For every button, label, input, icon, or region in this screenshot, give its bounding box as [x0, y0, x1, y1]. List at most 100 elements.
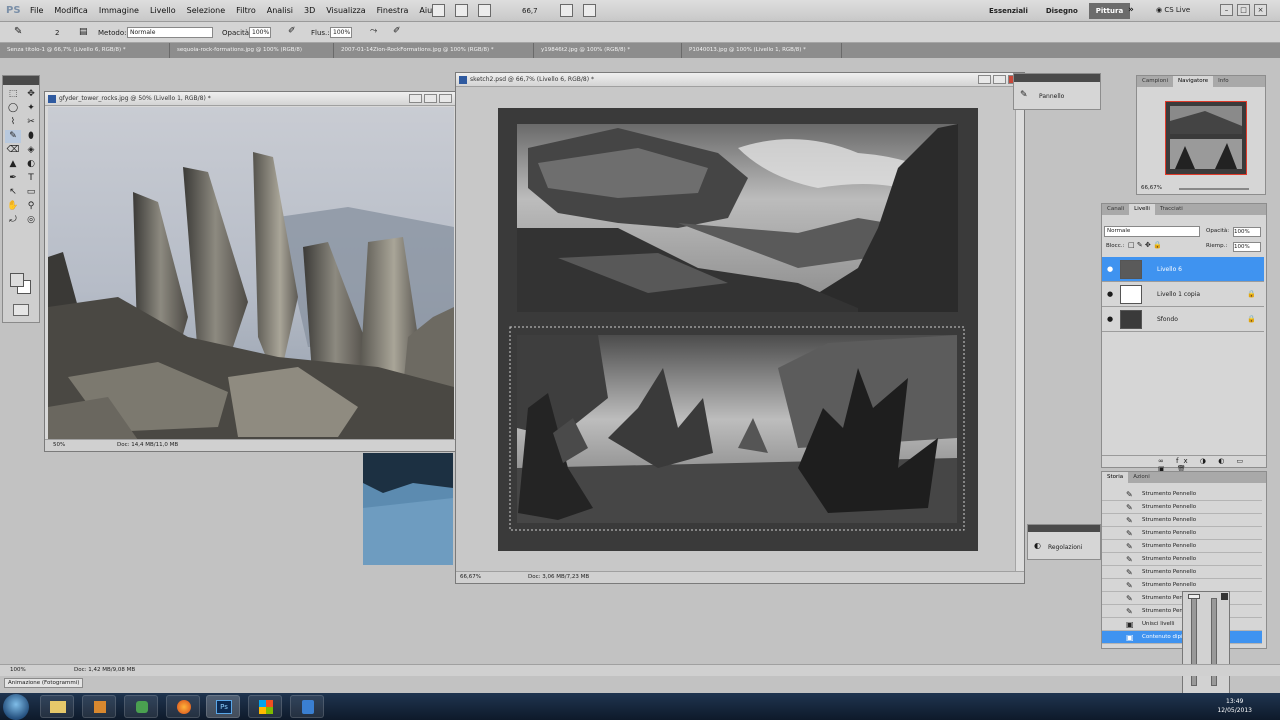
bottom-doc-size[interactable]: Doc: 1,42 MB/9,08 MB — [74, 665, 135, 676]
regolazioni-header[interactable] — [1028, 525, 1100, 532]
taskbar-firefox-icon[interactable] — [166, 695, 200, 718]
menu-modifica[interactable]: Modifica — [54, 6, 87, 15]
airbrush-icon[interactable]: ⤳ — [370, 26, 377, 36]
taskbar-photoshop-icon[interactable]: Ps — [206, 695, 240, 718]
tab-azioni[interactable]: Azioni — [1128, 472, 1155, 483]
history-item[interactable]: ✎ Strumento Pennello — [1102, 566, 1262, 579]
menu-finestra[interactable]: Finestra — [377, 6, 409, 15]
menu-immagine[interactable]: Immagine — [99, 6, 139, 15]
taskbar-media-icon[interactable] — [82, 695, 116, 718]
bottom-zoom[interactable]: 100% — [10, 665, 26, 676]
brush-panel-icon[interactable]: ✎ — [1020, 90, 1028, 100]
minimize-button[interactable]: – — [1220, 4, 1233, 16]
reference-zoom[interactable]: 50% — [53, 440, 65, 451]
tab-tracciati[interactable]: Tracciati — [1155, 204, 1188, 215]
workspace-pittura[interactable]: Pittura — [1088, 3, 1131, 19]
brush-tool-icon[interactable]: ✎ — [5, 130, 21, 143]
history-item[interactable]: ✎ Strumento Pennello — [1102, 540, 1262, 553]
tab-document-3[interactable]: 2007-01-14Zion-RockFormations.jpg @ 100%… — [334, 43, 534, 58]
brush-size[interactable]: 2 — [55, 29, 59, 37]
animation-panel-tab[interactable]: Animazione (Fotogrammi) — [4, 678, 84, 688]
taskbar-explorer-icon[interactable] — [40, 695, 74, 718]
tab-navigatore[interactable]: Navigatore — [1172, 76, 1214, 87]
eraser-tool-icon[interactable]: ⌫ — [5, 144, 21, 157]
close-popup-icon[interactable] — [1221, 593, 1228, 600]
menu-file[interactable]: File — [30, 6, 43, 15]
navigator-zoom-slider[interactable] — [1179, 188, 1249, 190]
menu-3d[interactable]: 3D — [304, 6, 315, 15]
quick-mask-icon[interactable] — [13, 304, 29, 316]
foreground-color-swatch[interactable] — [10, 273, 24, 287]
regolazioni-label[interactable]: Regolazioni — [1048, 544, 1082, 551]
tab-canali[interactable]: Canali — [1102, 204, 1129, 215]
cs-live-button[interactable]: ◉ CS Live — [1156, 6, 1190, 14]
opacita-input[interactable]: 100% — [249, 27, 271, 38]
taskbar-app-icon[interactable] — [124, 695, 158, 718]
navigator-zoom[interactable]: 66,67% — [1141, 185, 1162, 191]
gradient-tool-icon[interactable]: ◈ — [23, 144, 39, 157]
type-tool-icon[interactable]: T — [23, 172, 39, 185]
tab-document-1[interactable]: Senza titolo-1 @ 66,7% (Livello 6, RGB/8… — [0, 43, 170, 58]
minimize-document-button[interactable] — [409, 94, 422, 103]
minimize-document-button[interactable] — [978, 75, 991, 84]
adjustments-icon[interactable]: ◐ — [1034, 541, 1041, 550]
tab-document-2[interactable]: sequoia-rock-formations.jpg @ 100% (RGB/… — [170, 43, 334, 58]
brush-preset-icon[interactable]: ✎ — [14, 26, 22, 37]
slice-tool-icon[interactable]: ✂ — [23, 116, 39, 129]
blend-mode-select[interactable]: Normale — [1104, 226, 1200, 237]
menu-livello[interactable]: Livello — [150, 6, 176, 15]
pen-tool-icon[interactable]: ✒ — [5, 172, 21, 185]
layer-row[interactable]: ● Sfondo 🔒 — [1102, 307, 1264, 332]
screen-mode-icon[interactable] — [583, 4, 596, 17]
sketch-canvas[interactable] — [498, 108, 978, 551]
hand-tool-icon[interactable] — [501, 4, 514, 17]
navigator-preview[interactable] — [1165, 101, 1247, 175]
reference-photo[interactable] — [48, 107, 454, 440]
history-item[interactable]: ✎ Strumento Pennello — [1102, 514, 1262, 527]
tab-document-5[interactable]: P1040013.jpg @ 100% (Livello 1, RGB/8) * — [682, 43, 842, 58]
history-item[interactable]: ✎ Strumento Pennello — [1102, 553, 1262, 566]
zoom-level[interactable]: 66,7 — [522, 7, 538, 15]
menu-selezione[interactable]: Selezione — [187, 6, 225, 15]
metodo-select[interactable]: Normale — [127, 27, 213, 38]
sketch-doc-size[interactable]: Doc: 3,06 MB/7,23 MB — [528, 572, 589, 583]
magic-wand-tool-icon[interactable]: ✦ — [23, 102, 39, 115]
eye-icon[interactable]: ● — [1107, 315, 1113, 323]
dodge-tool-icon[interactable]: ◐ — [23, 158, 39, 171]
pressure-opacity-icon[interactable]: ✐ — [288, 26, 296, 36]
secondary-reference-image[interactable] — [363, 453, 453, 565]
crop-tool-icon[interactable]: ⌇ — [5, 116, 21, 129]
lock-icons[interactable]: □ ✎ ✥ 🔒 — [1128, 241, 1162, 249]
start-button[interactable] — [3, 694, 29, 720]
lasso-tool-icon[interactable]: ◯ — [5, 102, 21, 115]
pannello-label[interactable]: Pannello — [1039, 93, 1064, 100]
more-workspaces-button[interactable]: » — [1128, 5, 1134, 15]
view-extras-icon[interactable] — [478, 4, 491, 17]
workspace-essenziali[interactable]: Essenziali — [982, 3, 1035, 19]
tab-campioni[interactable]: Campioni — [1137, 76, 1173, 87]
layer-row[interactable]: ● Livello 1 copia 🔒 — [1102, 282, 1264, 307]
reference-document-title[interactable]: gfyder_tower_rocks.jpg @ 50% (Livello 1,… — [45, 92, 455, 106]
shape-tool-icon[interactable]: ▭ — [23, 186, 39, 199]
maximize-document-button[interactable] — [993, 75, 1006, 84]
launch-bridge-icon[interactable] — [432, 4, 445, 17]
slider-handle[interactable] — [1188, 594, 1200, 599]
flusso-input[interactable]: 100% — [330, 27, 352, 38]
marquee-tool-icon[interactable]: ⬚ — [5, 88, 21, 101]
blur-tool-icon[interactable]: ▲ — [5, 158, 21, 171]
workspace-disegno[interactable]: Disegno — [1039, 3, 1085, 19]
menu-analisi[interactable]: Analisi — [267, 6, 293, 15]
tab-storia[interactable]: Storia — [1102, 472, 1129, 483]
sketch-zoom[interactable]: 66,67% — [460, 572, 481, 583]
history-item[interactable]: ✎ Strumento Pennello — [1102, 527, 1262, 540]
layer-row[interactable]: ● Livello 6 — [1102, 257, 1264, 282]
history-item[interactable]: ✎ Strumento Pennello — [1102, 488, 1262, 501]
tab-document-4[interactable]: y19846t2.jpg @ 100% (RGB/8) * — [534, 43, 682, 58]
brush-panel-icon[interactable]: ▤ — [79, 27, 88, 37]
pannello-header[interactable] — [1014, 74, 1100, 82]
3d-tool-icon[interactable]: ◎ — [23, 214, 39, 227]
layer-opacity-input[interactable]: 100% — [1233, 227, 1261, 237]
pressure-size-icon[interactable]: ✐ — [393, 26, 401, 36]
move-tool-icon[interactable]: ✥ — [23, 88, 39, 101]
hand-tool-icon[interactable]: ✋ — [5, 200, 21, 213]
